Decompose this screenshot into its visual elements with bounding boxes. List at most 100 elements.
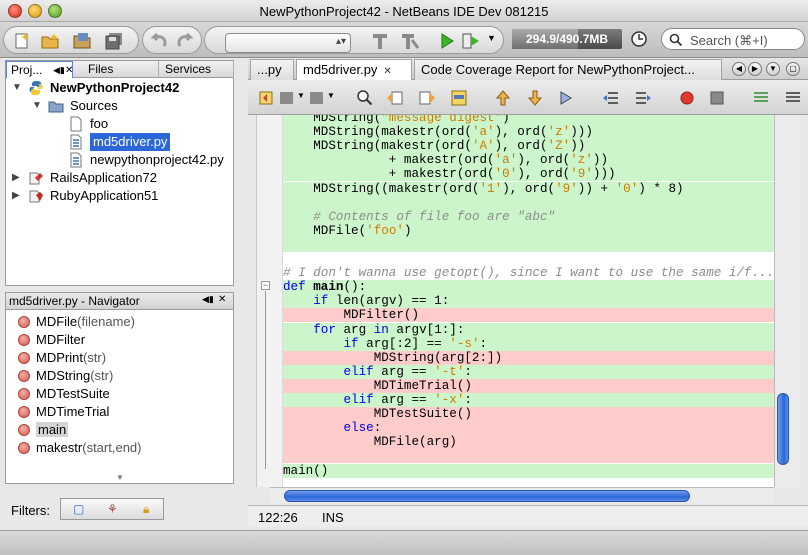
code-line[interactable]: MDString("message digest") [283, 115, 774, 125]
code-line[interactable] [283, 449, 774, 464]
new-project-icon[interactable] [40, 32, 60, 50]
code-line[interactable]: MDString(makestr(ord('A'), ord('Z')) [283, 139, 774, 154]
tree-item-rubyapplication51[interactable]: ▶ RubyApplication51 [6, 187, 233, 205]
close-icon[interactable]: ✕ [218, 294, 226, 305]
search-input[interactable]: Search (⌘+I) [661, 28, 805, 50]
code-editor[interactable]: − MDString("message digest") MDString(ma… [256, 115, 774, 487]
filter-private-lock-icon[interactable]: 🔒︎ [143, 502, 149, 517]
navigator-item-mdtestsuite[interactable]: MDTestSuite [18, 385, 110, 403]
build-icon[interactable] [370, 32, 390, 50]
open-project-icon[interactable] [72, 32, 92, 50]
expanded-icon[interactable]: ▼ [32, 97, 42, 115]
find-selection-icon[interactable] [356, 89, 374, 107]
toggle-bookmark-icon[interactable] [558, 89, 576, 107]
clean-build-icon[interactable] [400, 32, 420, 50]
code-line[interactable]: MDTestSuite() [283, 407, 774, 422]
fold-icon[interactable]: − [261, 281, 270, 290]
find-next-icon[interactable] [418, 89, 436, 107]
collapsed-icon[interactable]: ▶ [12, 169, 20, 187]
tree-item-sources[interactable]: ▼ Sources [6, 97, 233, 115]
run-icon[interactable] [437, 32, 457, 50]
tab-md5driver[interactable]: md5driver.py ✕ [296, 59, 412, 80]
horizontal-scrollbar[interactable] [270, 487, 774, 503]
tab-services[interactable]: Services [161, 61, 234, 78]
navigator-item-mdprint[interactable]: MDPrint(str) [18, 349, 106, 367]
code-line[interactable]: for arg in argv[1:]: [283, 322, 774, 337]
code-line[interactable] [283, 252, 774, 266]
next-bookmark-icon[interactable] [526, 89, 544, 107]
stop-macro-icon[interactable] [708, 89, 726, 107]
navigator-item-mdstring[interactable]: MDString(str) [18, 367, 113, 385]
code-line[interactable]: MDFile(arg) [283, 435, 774, 450]
code-line[interactable] [283, 195, 774, 210]
find-previous-icon[interactable] [386, 89, 404, 107]
line-gutter[interactable]: − [257, 115, 283, 487]
dropdown-icon[interactable]: ▼ [327, 91, 335, 100]
filter-fields-icon[interactable]: ▢ [73, 502, 84, 516]
new-file-icon[interactable] [12, 32, 32, 50]
save-all-icon[interactable] [104, 32, 124, 50]
code-line[interactable]: # I don't wanna use getopt(), since I wa… [283, 266, 774, 280]
tree-item-newpythonproject42-py[interactable]: newpythonproject42.py [6, 151, 233, 169]
undo-icon[interactable] [149, 32, 169, 50]
tab-previous-file[interactable]: ...py [250, 59, 294, 80]
forward-history-icon[interactable] [308, 89, 326, 107]
code-line[interactable] [283, 237, 774, 252]
code-line[interactable]: + makestr(ord('0'), ord('9'))) [283, 167, 774, 182]
vertical-scroll-thumb[interactable] [777, 393, 789, 465]
redo-icon[interactable] [175, 32, 195, 50]
dropdown-icon[interactable]: ▼ [297, 91, 305, 100]
code-line[interactable]: elif arg == '-t': [283, 364, 774, 379]
vertical-scrollbar[interactable] [774, 115, 800, 487]
minimize-icon[interactable]: ◀▮ [53, 62, 65, 79]
close-icon[interactable]: ✕ [383, 66, 391, 77]
code-line[interactable]: MDFile('foo') [283, 223, 774, 238]
navigator-item-makestr[interactable]: makestr(start,end) [18, 439, 141, 457]
tab-files[interactable]: Files [84, 61, 159, 78]
back-history-icon[interactable] [258, 89, 276, 107]
tab-projects[interactable]: Proj... ◀▮ ✕ [6, 61, 73, 78]
dropdown-icon[interactable]: ▼ [487, 33, 496, 43]
code-line[interactable]: + makestr(ord('a'), ord('z')) [283, 153, 774, 168]
code-line[interactable]: MDTimeTrial() [283, 378, 774, 393]
shift-left-icon[interactable] [602, 89, 620, 107]
code-line[interactable]: MDString(arg[2:]) [283, 350, 774, 365]
uncomment-icon[interactable] [784, 89, 802, 107]
start-macro-icon[interactable] [678, 89, 696, 107]
code-line[interactable]: # Contents of file foo are "abc" [283, 209, 774, 224]
code-line[interactable]: if len(argv) == 1: [283, 294, 774, 309]
navigator-item-mdfilter[interactable]: MDFilter [18, 331, 85, 349]
comment-icon[interactable] [752, 89, 770, 107]
tree-item-railsapplication72[interactable]: ▶ RailsApplication72 [6, 169, 233, 187]
navigator-item-mdtimetrial[interactable]: MDTimeTrial [18, 403, 109, 421]
maximize-icon[interactable]: ▢ [786, 62, 800, 76]
code-line[interactable]: if arg[:2] == '-s': [283, 336, 774, 351]
filter-inherited-icon[interactable]: ⚘ [107, 502, 118, 516]
code-line[interactable]: def main(): [283, 280, 774, 295]
resize-grip-icon[interactable]: ▼ [116, 473, 124, 482]
previous-bookmark-icon[interactable] [494, 89, 512, 107]
last-edit-icon[interactable] [278, 89, 296, 107]
tree-item-newpythonproject42[interactable]: ▼ NewPythonProject42 [6, 79, 233, 97]
tab-coverage-report[interactable]: Code Coverage Report for NewPythonProjec… [414, 59, 722, 80]
expanded-icon[interactable]: ▼ [12, 79, 22, 97]
scroll-tabs-left-icon[interactable]: ◀ [732, 62, 746, 76]
debug-icon[interactable] [461, 32, 481, 50]
toggle-highlight-icon[interactable] [450, 89, 468, 107]
close-icon[interactable]: ✕ [65, 62, 73, 79]
code-line[interactable]: main() [283, 463, 774, 478]
navigator-item-mdfile[interactable]: MDFile(filename) [18, 313, 135, 331]
horizontal-scroll-thumb[interactable] [284, 490, 690, 502]
collapsed-icon[interactable]: ▶ [12, 187, 20, 205]
memory-indicator[interactable]: 294.9/490.7MB [512, 29, 622, 49]
code-line[interactable]: else: [283, 421, 774, 436]
code-line[interactable]: MDString(makestr(ord('a'), ord('z'))) [283, 125, 774, 140]
minimize-icon[interactable]: ◀▮ [202, 294, 214, 305]
tree-item-md5driver[interactable]: md5driver.py [6, 133, 233, 151]
configuration-select[interactable]: ▴▾ [225, 33, 351, 53]
code-line[interactable]: elif arg == '-x': [283, 393, 774, 407]
code-line[interactable]: MDFilter() [283, 308, 774, 323]
navigator-item-main[interactable]: main [18, 421, 69, 439]
tab-list-icon[interactable]: ▼ [766, 62, 780, 76]
scroll-tabs-right-icon[interactable]: ▶ [748, 62, 762, 76]
